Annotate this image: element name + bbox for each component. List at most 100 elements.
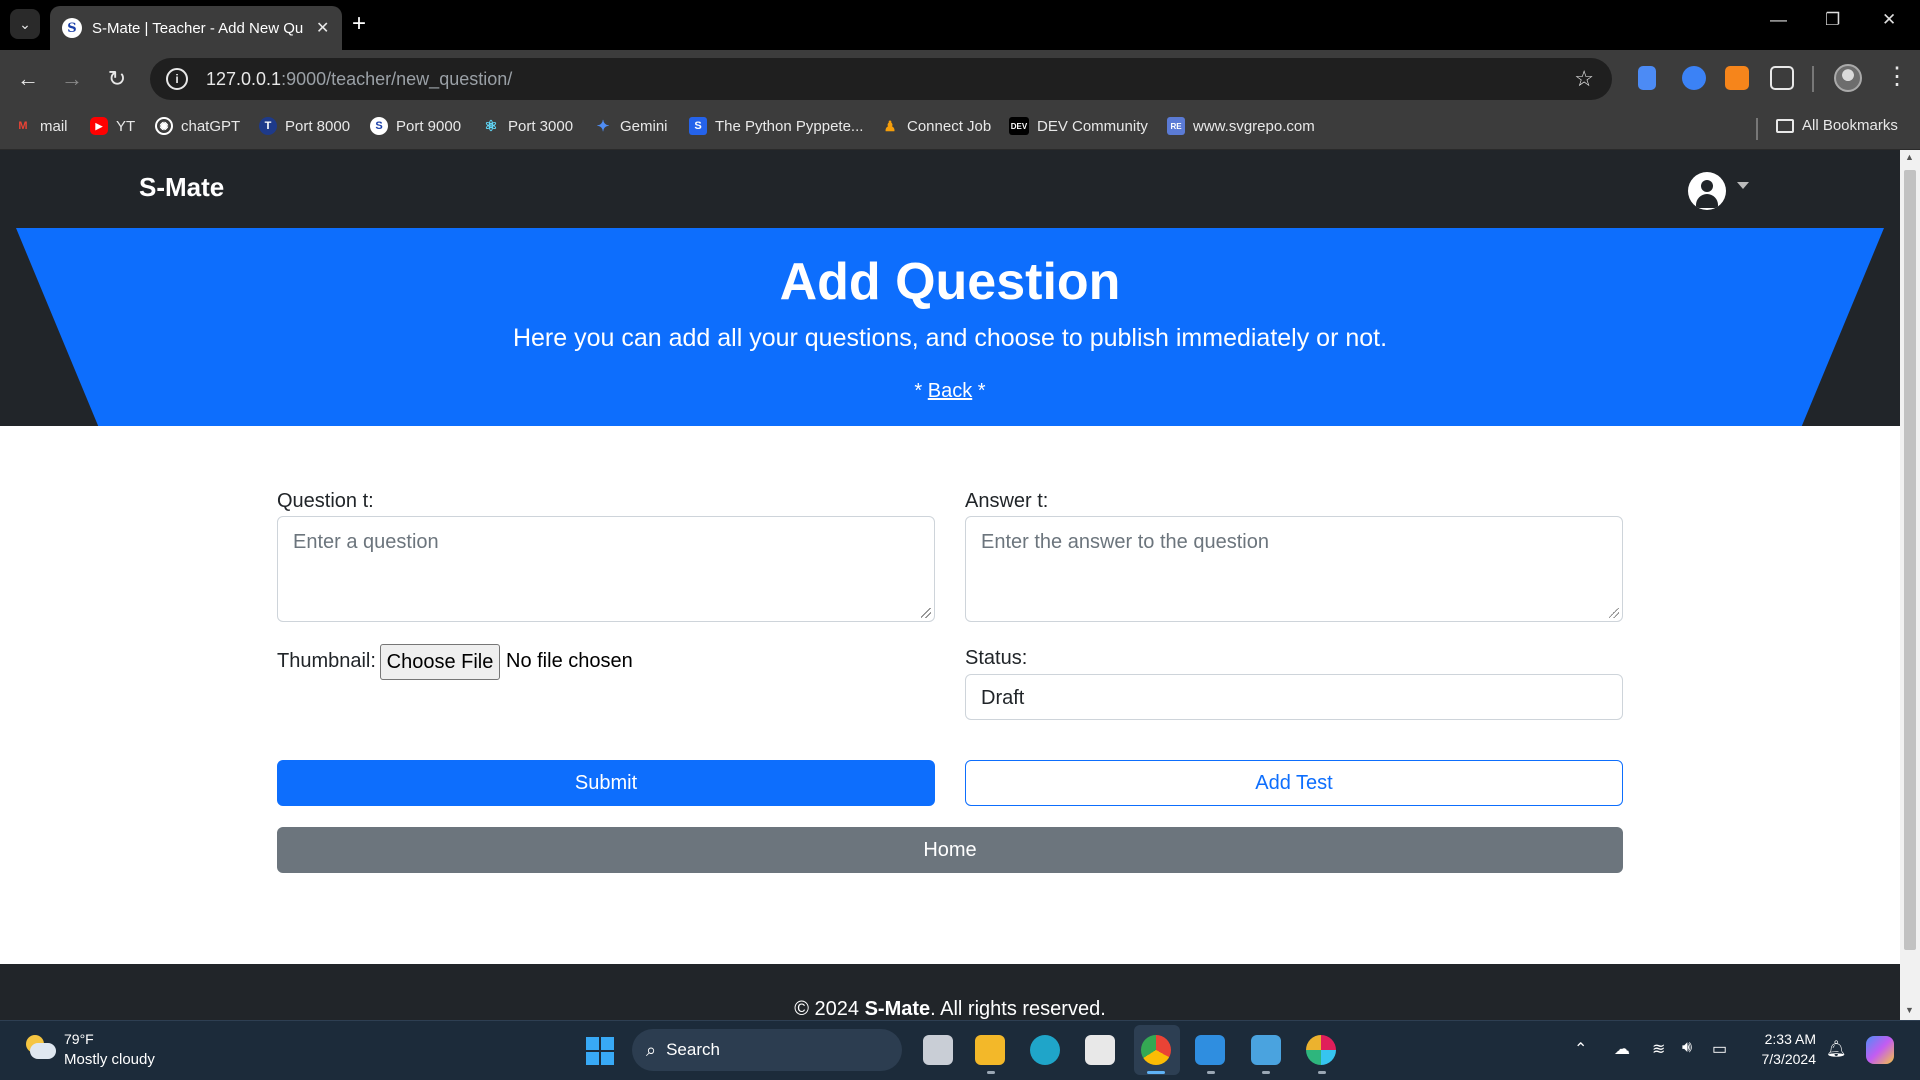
running-indicator-active <box>1147 1071 1165 1074</box>
extension-icon[interactable] <box>1682 66 1706 90</box>
minimize-icon[interactable]: — <box>1770 10 1787 30</box>
file-explorer-icon[interactable] <box>975 1035 1005 1065</box>
resize-grip-icon[interactable] <box>921 608 931 618</box>
active-tab[interactable]: S S-Mate | Teacher - Add New Qu ✕ <box>50 6 342 50</box>
resize-grip-icon[interactable] <box>1609 608 1619 618</box>
profile-avatar[interactable] <box>1834 64 1862 92</box>
bookmark-gemini[interactable]: ✦ Gemini <box>594 117 668 136</box>
bookmark-label: YT <box>116 117 136 135</box>
all-bookmarks-label: All Bookmarks <box>1802 117 1898 134</box>
address-bar[interactable]: i 127.0.0.1:9000/teacher/new_question/ ☆ <box>150 58 1612 100</box>
bookmark-star-icon[interactable]: ☆ <box>1574 66 1594 92</box>
dev-icon: DEV <box>1009 117 1029 135</box>
back-link[interactable]: Back <box>928 380 972 402</box>
bookmark-label: Port 9000 <box>396 117 462 135</box>
site-footer: © 2024 S-Mate. All rights reserved. <box>0 964 1900 1020</box>
answer-textarea[interactable]: Enter the answer to the question <box>965 516 1623 622</box>
task-view-icon[interactable] <box>923 1035 953 1065</box>
bookmark-port-3000[interactable]: ⚛ Port 3000 <box>482 117 574 136</box>
copilot-icon[interactable] <box>1866 1036 1894 1064</box>
chevron-down-icon[interactable] <box>1737 182 1749 189</box>
site-navbar: S-Mate <box>0 150 1900 228</box>
microsoft-store-icon[interactable] <box>1085 1035 1115 1065</box>
docs-extension-icon[interactable] <box>1638 66 1656 90</box>
notification-bell-icon[interactable]: 🔔︎ <box>1826 1039 1846 1059</box>
cloud-shape <box>30 1043 56 1059</box>
scroll-up-icon[interactable]: ▲ <box>1905 152 1914 162</box>
clock-time[interactable]: 2:33 AM <box>1756 1031 1816 1047</box>
bookmark-label: mail <box>40 117 68 135</box>
youtube-icon: ▶ <box>90 117 108 135</box>
volume-icon[interactable]: 🔊︎ <box>1682 1039 1692 1057</box>
status-label: Status: <box>965 647 1028 669</box>
scroll-thumb[interactable] <box>1904 170 1916 950</box>
forward-arrow-icon[interactable]: → <box>56 63 88 95</box>
file-status-text: No file chosen <box>506 650 633 672</box>
notepad-icon[interactable] <box>1251 1035 1281 1065</box>
back-arrow-icon[interactable]: ← <box>12 63 44 95</box>
windows-start-icon[interactable] <box>586 1037 614 1065</box>
copyright-text: © 2024 S-Mate. All rights reserved. <box>0 998 1900 1020</box>
bookmark-mail[interactable]: M mail <box>14 117 68 135</box>
tab-favicon-icon: S <box>62 18 82 38</box>
edge-icon[interactable] <box>1030 1035 1060 1065</box>
choose-file-button[interactable]: Choose File <box>380 644 500 680</box>
user-avatar-icon[interactable] <box>1688 172 1726 210</box>
chrome-icon[interactable] <box>1141 1035 1171 1065</box>
tab-close-icon[interactable]: ✕ <box>316 18 329 38</box>
restore-icon[interactable]: ❐ <box>1825 10 1840 30</box>
page-subtitle: Here you can add all your questions, and… <box>512 324 1388 352</box>
slack-icon[interactable] <box>1306 1035 1336 1065</box>
browser-menu-icon[interactable]: ⋮ <box>1885 62 1909 92</box>
status-select[interactable]: Draft <box>965 674 1623 720</box>
question-label: Question t: <box>277 490 374 512</box>
bookmark-port-8000[interactable]: T Port 8000 <box>259 117 350 135</box>
wifi-icon[interactable]: ≋ <box>1652 1039 1665 1059</box>
copyright-suffix: . All rights reserved. <box>930 998 1106 1020</box>
browser-toolbar: ← → ↻ i 127.0.0.1:9000/teacher/new_quest… <box>0 50 1920 108</box>
bookmark-label: Connect Job <box>907 117 992 135</box>
all-bookmarks[interactable]: All Bookmarks <box>1776 117 1898 134</box>
extensions-puzzle-icon[interactable] <box>1770 66 1794 90</box>
bookmark-label: Port 3000 <box>508 117 574 135</box>
weather-icon[interactable] <box>22 1035 56 1061</box>
onedrive-icon[interactable]: ☁ <box>1614 1039 1630 1059</box>
bookmark-label: Port 8000 <box>285 117 351 135</box>
vscode-icon[interactable] <box>1195 1035 1225 1065</box>
running-indicator <box>1318 1071 1326 1074</box>
site-info-icon[interactable]: i <box>166 68 188 90</box>
answer-label: Answer t: <box>965 490 1049 512</box>
add-test-button[interactable]: Add Test <box>965 760 1623 806</box>
new-tab-button[interactable]: + <box>352 10 366 38</box>
show-hidden-icons[interactable]: ⌃ <box>1574 1039 1587 1059</box>
back-prefix: * <box>914 380 928 402</box>
bookmark-dev-community[interactable]: DEV DEV Community <box>1009 117 1148 135</box>
taskbar-search[interactable]: ⌕ Search <box>632 1029 902 1071</box>
window-close-icon[interactable]: ✕ <box>1882 10 1896 30</box>
search-icon: ⌕ <box>646 1039 657 1060</box>
gemini-icon: ✦ <box>596 118 610 135</box>
bookmark-pyppeteer[interactable]: S The Python Pyppete... <box>689 117 863 135</box>
bookmark-chatgpt[interactable]: ✺ chatGPT <box>155 117 240 135</box>
thumbnail-label: Thumbnail: <box>277 650 376 672</box>
tab-search-button[interactable]: ⌄ <box>10 9 40 39</box>
folder-icon <box>1776 118 1794 133</box>
bookmark-connect-job[interactable]: ♟ Connect Job <box>881 117 992 135</box>
metamask-icon[interactable] <box>1725 66 1749 90</box>
home-button[interactable]: Home <box>277 827 1623 873</box>
running-indicator <box>1207 1071 1215 1074</box>
question-textarea[interactable]: Enter a question <box>277 516 935 622</box>
clock-date[interactable]: 7/3/2024 <box>1748 1051 1817 1067</box>
reload-icon[interactable]: ↻ <box>101 63 133 95</box>
bookmark-yt[interactable]: ▶ YT <box>90 117 135 135</box>
page-scrollbar[interactable]: ▲ ▼ <box>1900 150 1920 1020</box>
bookmark-port-9000[interactable]: S Port 9000 <box>370 117 461 135</box>
hero-banner: Add Question Here you can add all your q… <box>0 228 1900 426</box>
bookmark-svgrepo[interactable]: RE www.svgrepo.com <box>1167 117 1315 135</box>
submit-button[interactable]: Submit <box>277 760 935 806</box>
scroll-down-icon[interactable]: ▼ <box>1905 1005 1914 1015</box>
weather-description: Mostly cloudy <box>64 1051 155 1068</box>
bookmark-label: DEV Community <box>1037 117 1148 135</box>
battery-icon[interactable]: ▭ <box>1712 1039 1727 1059</box>
site-brand[interactable]: S-Mate <box>139 172 224 203</box>
